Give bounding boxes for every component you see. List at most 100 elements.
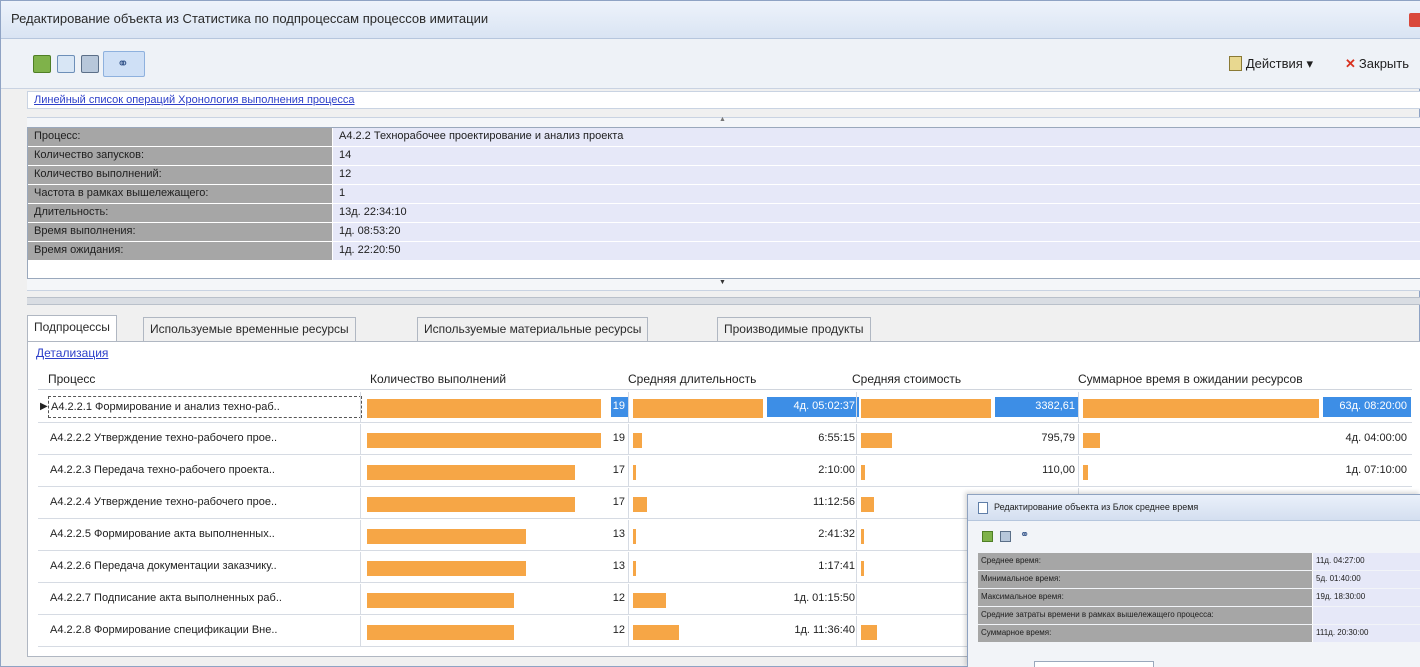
execution-count-bar [367,561,526,576]
process-name[interactable]: А4.2.2.7 Подписание акта выполненных раб… [48,588,362,610]
operations-link[interactable]: Линейный список операций Хронология выпо… [34,94,355,106]
execution-count-bar [367,625,514,640]
average-duration-bar [633,465,636,480]
execution-count-cell[interactable]: 19 [360,424,628,454]
process-name[interactable]: А4.2.2.3 Передача техно-рабочего проекта… [48,460,362,482]
total-wait-time-cell[interactable]: 1д. 07:10:00 [1078,456,1412,486]
popup-property-value[interactable] [1312,607,1420,624]
popup-print-icon[interactable] [1000,531,1011,542]
tab-products[interactable]: Производимые продукты [717,317,871,341]
execution-count-cell[interactable]: 12 [360,584,628,614]
average-duration-cell[interactable]: 1д. 11:36:40 [628,616,856,646]
link-icon[interactable] [103,51,145,77]
average-cost-cell[interactable]: 110,00 [856,456,1078,486]
popup-document-icon [978,502,988,514]
panel-splitter[interactable] [27,297,1420,305]
property-value[interactable]: 12 [332,166,1420,184]
popup-property-value[interactable]: 111д. 20:30:00 [1312,625,1420,642]
property-value[interactable]: 14 [332,147,1420,165]
execution-count-cell[interactable]: 13 [360,552,628,582]
column-header-process[interactable]: Процесс [48,372,95,386]
execution-count-bar [367,593,514,608]
popup-property-value[interactable]: 5д. 01:40:00 [1312,571,1420,588]
average-time-popup: Редактирование объекта из Блок среднее в… [967,494,1420,667]
detail-link[interactable]: Детализация [36,346,108,360]
execution-count-cell[interactable]: 17 [360,488,628,518]
property-value[interactable]: 13д. 22:34:10 [332,204,1420,222]
execution-count-value: 13 [612,560,625,572]
average-duration-cell[interactable]: 2:10:00 [628,456,856,486]
process-name[interactable]: А4.2.2.2 Утверждение техно-рабочего прое… [48,428,362,450]
average-duration-value: 2:41:32 [818,528,855,540]
column-header-cost[interactable]: Средняя стоимость [852,372,961,386]
window-icon[interactable] [57,55,75,73]
execution-count-cell[interactable]: 19 [360,392,629,422]
average-duration-bar [633,497,647,512]
properties-expand-handle[interactable] [27,279,1420,291]
column-header-count[interactable]: Количество выполнений [370,372,506,386]
average-duration-cell[interactable]: 1:17:41 [628,552,856,582]
popup-link-icon[interactable]: ⚭ [1020,528,1029,541]
title-bar: Редактирование объекта из Статистика по … [1,1,1420,39]
average-duration-cell[interactable]: 4д. 05:02:37 [628,392,859,422]
table-row[interactable]: А4.2.2.2 Утверждение техно-рабочего прое… [38,424,1412,455]
execution-count-value: 17 [612,464,625,476]
popup-property-label: Средние затраты времени в рамках вышележ… [978,607,1312,624]
average-duration-value: 4д. 05:02:37 [767,397,859,417]
average-cost-cell[interactable]: 795,79 [856,424,1078,454]
average-duration-cell[interactable]: 2:41:32 [628,520,856,550]
property-row: Частота в рамках вышележащего: 1 [28,185,1420,203]
process-name[interactable]: А4.2.2.1 Формирование и анализ техно-раб… [48,396,362,418]
total-wait-time-bar [1083,399,1319,418]
window-close-icon[interactable] [1409,13,1420,27]
property-label: Процесс: [28,128,332,146]
properties-collapse-handle[interactable] [27,116,1420,127]
process-name[interactable]: А4.2.2.8 Формирование спецификации Вне.. [48,620,362,642]
total-wait-time-cell[interactable]: 63д. 08:20:00 [1078,392,1412,422]
table-row[interactable]: ▶ А4.2.2.1 Формирование и анализ техно-ра… [38,392,1412,423]
average-duration-value: 1д. 11:36:40 [794,624,855,636]
actions-menu-button[interactable]: Действия ▾ [1228,56,1313,72]
window-title: Редактирование объекта из Статистика по … [11,11,489,26]
property-value[interactable]: 1д. 08:53:20 [332,223,1420,241]
average-duration-cell[interactable]: 6:55:15 [628,424,856,454]
average-duration-cell[interactable]: 11:12:56 [628,488,856,518]
table-row[interactable]: А4.2.2.3 Передача техно-рабочего проекта… [38,456,1412,487]
property-row: Процесс: А4.2.2 Технорабочее проектирова… [28,128,1420,146]
average-cost-bar [861,433,892,448]
process-name[interactable]: А4.2.2.6 Передача документации заказчику… [48,556,362,578]
operations-link-bar: Линейный список операций Хронология выпо… [27,91,1420,109]
average-cost-bar [861,399,991,418]
execution-count-value: 12 [612,592,625,604]
process-name[interactable]: А4.2.2.5 Формирование акта выполненных.. [48,524,362,546]
save-icon[interactable] [33,55,51,73]
tab-material-resources[interactable]: Используемые материальные ресурсы [417,317,649,341]
execution-count-cell[interactable]: 13 [360,520,628,550]
close-button[interactable]: ✕ Закрыть [1345,56,1409,72]
average-cost-bar [861,465,865,480]
process-name[interactable]: А4.2.2.4 Утверждение техно-рабочего прое… [48,492,362,514]
popup-save-icon[interactable] [982,531,993,542]
total-wait-time-bar [1083,465,1088,480]
execution-count-cell[interactable]: 12 [360,616,628,646]
total-wait-time-cell[interactable]: 4д. 04:00:00 [1078,424,1412,454]
average-cost-bar [861,529,864,544]
document-icon [1228,56,1242,71]
popup-combo-field[interactable] [1034,661,1154,667]
column-header-duration[interactable]: Средняя длительность [628,372,756,386]
property-value[interactable]: А4.2.2 Технорабочее проектирование и ана… [332,128,1420,146]
property-value[interactable]: 1д. 22:20:50 [332,242,1420,260]
print-icon[interactable] [81,55,99,73]
average-duration-cell[interactable]: 1д. 01:15:50 [628,584,856,614]
average-duration-bar [633,433,642,448]
average-cost-bar [861,625,877,640]
column-header-wait[interactable]: Суммарное время в ожидании ресурсов [1078,372,1303,386]
property-value[interactable]: 1 [332,185,1420,203]
average-cost-cell[interactable]: 3382,61 [856,392,1079,422]
tab-time-resources[interactable]: Используемые временные ресурсы [143,317,356,341]
popup-property-value[interactable]: 19д. 18:30:00 [1312,589,1420,606]
execution-count-cell[interactable]: 17 [360,456,628,486]
total-wait-time-value: 63д. 08:20:00 [1323,397,1411,417]
popup-property-value[interactable]: 11д. 04:27:00 [1312,553,1420,570]
tab-subprocesses[interactable]: Подпроцессы [27,315,117,342]
